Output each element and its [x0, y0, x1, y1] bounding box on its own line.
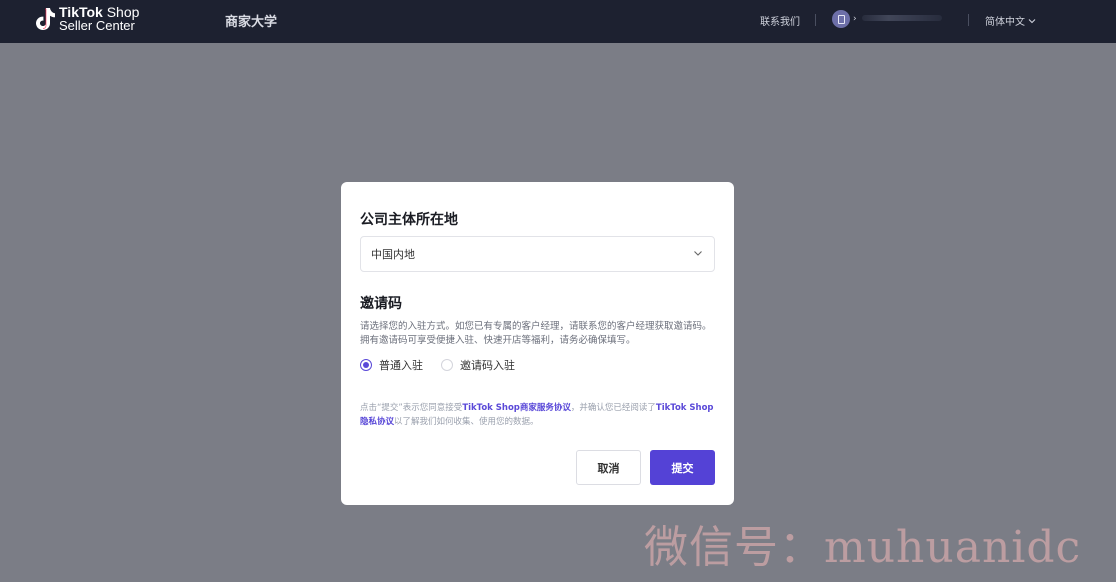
- registration-modal: 公司主体所在地 中国内地 邀请码 请选择您的入驻方式。如您已有专属的客户经理，请…: [341, 182, 734, 505]
- radio-label: 普通入驻: [379, 359, 423, 372]
- chevron-down-icon: [694, 251, 702, 256]
- location-select[interactable]: 中国内地: [360, 236, 715, 272]
- shop-icon: [837, 14, 845, 24]
- invite-code-title: 邀请码: [360, 296, 402, 312]
- brand-seller-center: Seller Center: [59, 18, 135, 33]
- agreement-text: 点击“提交”表示您同意接受TikTok Shop商家服务协议，并确认您已经阅读了…: [360, 401, 720, 429]
- watermark-text: 微信号：muhuanidc: [644, 522, 1082, 573]
- tiktok-shop-logo[interactable]: TikTok Shop Seller Center: [34, 5, 139, 33]
- chevron-down-icon: [1028, 18, 1036, 23]
- radio-normal-entry[interactable]: 普通入驻: [360, 357, 423, 373]
- divider: [815, 14, 816, 26]
- account-name-redacted: [862, 15, 942, 21]
- language-selector[interactable]: 简体中文: [985, 13, 1036, 28]
- entry-method-radio-group: 普通入驻 邀请码入驻: [360, 357, 533, 373]
- radio-unselected-icon: [441, 359, 453, 371]
- user-avatar[interactable]: [832, 10, 850, 28]
- location-title: 公司主体所在地: [360, 212, 458, 228]
- cancel-button[interactable]: 取消: [576, 450, 641, 485]
- top-header: TikTok Shop Seller Center 商家大学 联系我们 › 简体…: [0, 0, 1116, 43]
- radio-invite-entry[interactable]: 邀请码入驻: [441, 357, 515, 373]
- nav-academy[interactable]: 商家大学: [225, 11, 277, 30]
- agreement-suffix: 以了解我们如何收集、使用您的数据。: [394, 417, 539, 427]
- submit-button[interactable]: 提交: [650, 450, 715, 485]
- service-agreement-link[interactable]: TikTok Shop商家服务协议: [462, 403, 571, 413]
- contact-us-link[interactable]: 联系我们: [760, 13, 800, 28]
- divider: [968, 14, 969, 26]
- chevron-right-icon: ›: [853, 14, 857, 24]
- location-value: 中国内地: [371, 248, 415, 261]
- tiktok-logo-icon: [36, 8, 55, 30]
- agreement-mid: ，并确认您已经阅读了: [570, 403, 656, 413]
- agreement-prefix: 点击“提交”表示您同意接受: [360, 403, 463, 413]
- invite-description: 请选择您的入驻方式。如您已有专属的客户经理，请联系您的客户经理获取邀请码。拥有邀…: [360, 321, 712, 346]
- radio-selected-icon: [360, 359, 372, 371]
- radio-label: 邀请码入驻: [460, 359, 515, 372]
- language-label: 简体中文: [985, 17, 1025, 28]
